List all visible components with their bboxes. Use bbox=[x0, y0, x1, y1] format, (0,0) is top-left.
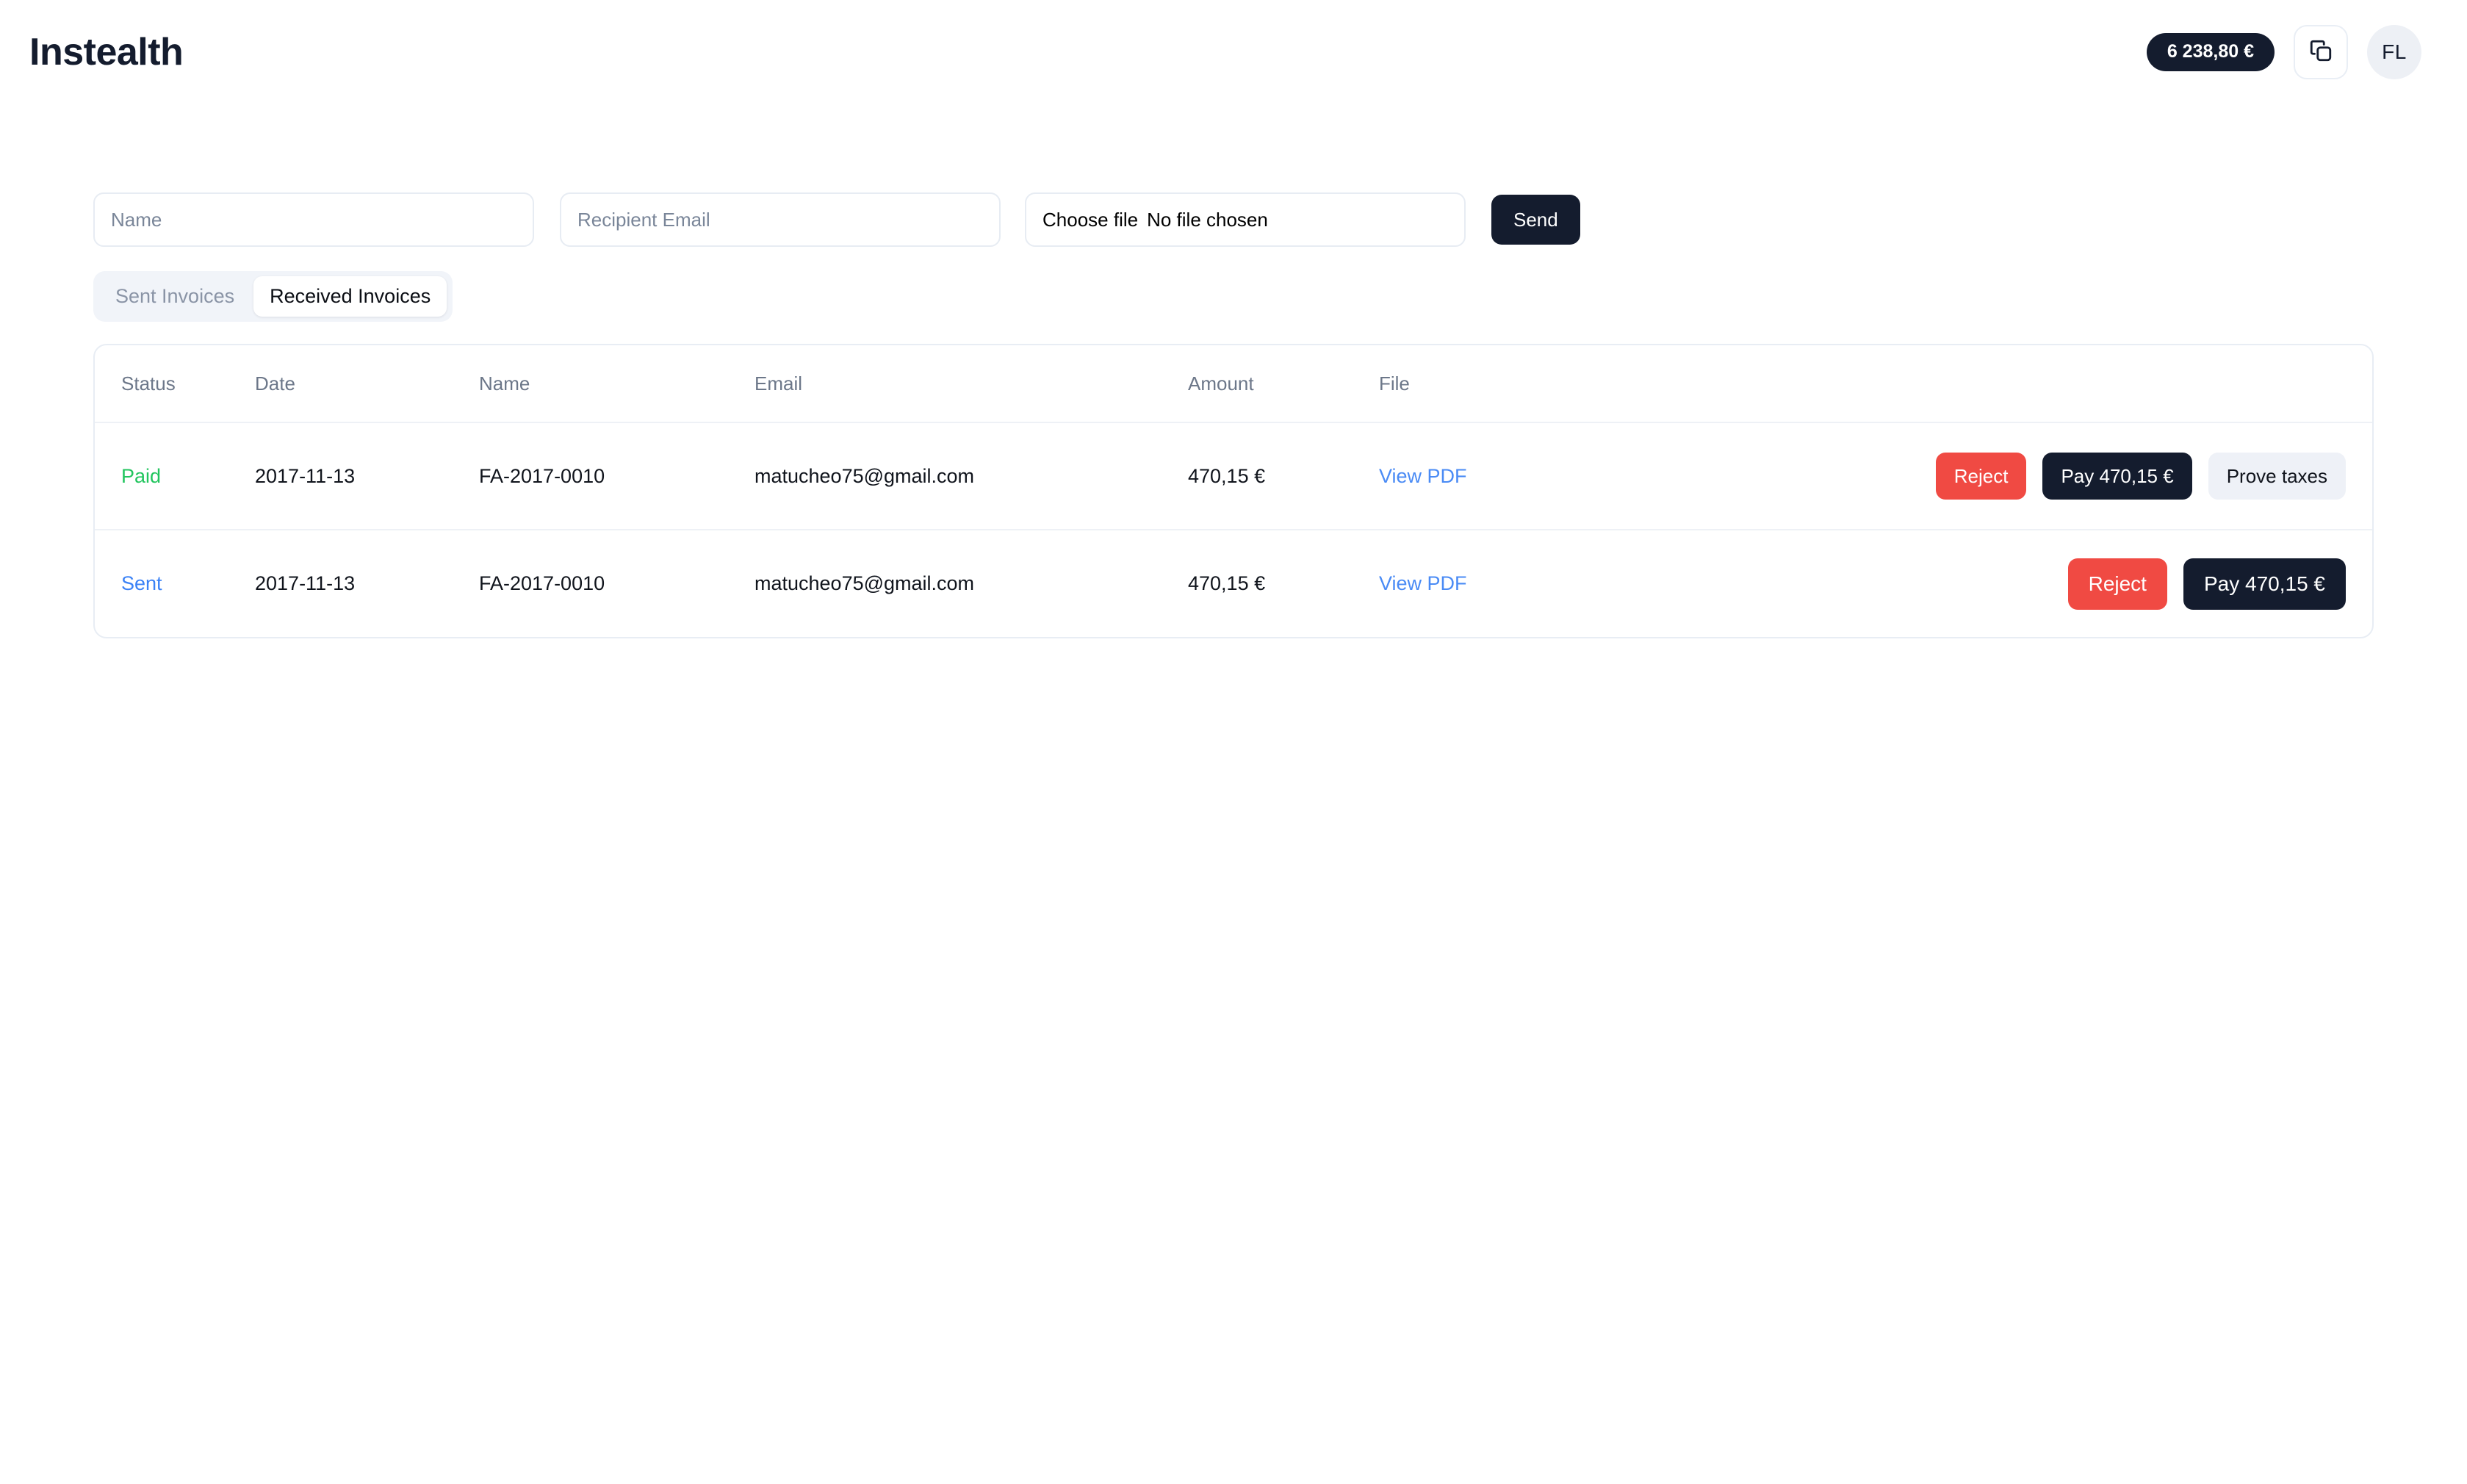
column-header-file: File bbox=[1379, 345, 1710, 423]
recipient-email-input-placeholder: Recipient Email bbox=[577, 208, 710, 231]
column-header-actions bbox=[1710, 345, 2372, 423]
avatar[interactable]: FL bbox=[2367, 25, 2421, 79]
cell-actions: Reject Pay 470,15 € Prove taxes bbox=[1710, 422, 2372, 530]
tab-sent-invoices[interactable]: Sent Invoices bbox=[99, 276, 251, 317]
top-bar: Instealth 6 238,80 € FL bbox=[0, 0, 2467, 104]
status-badge: Sent bbox=[121, 572, 162, 594]
table-row: Sent 2017-11-13 FA-2017-0010 matucheo75@… bbox=[95, 530, 2372, 637]
send-button[interactable]: Send bbox=[1491, 195, 1580, 245]
row-actions: Reject Pay 470,15 € Prove taxes bbox=[1710, 453, 2372, 500]
choose-file-button[interactable]: Choose file bbox=[1042, 209, 1138, 231]
reject-button[interactable]: Reject bbox=[1935, 453, 2027, 500]
file-input[interactable]: Choose file No file chosen bbox=[1025, 192, 1466, 247]
prove-taxes-button[interactable]: Prove taxes bbox=[2208, 453, 2346, 500]
cell-status: Sent bbox=[95, 530, 255, 637]
balance-badge: 6 238,80 € bbox=[2146, 33, 2275, 71]
cell-date: 2017-11-13 bbox=[255, 422, 479, 530]
cell-status: Paid bbox=[95, 422, 255, 530]
view-pdf-link[interactable]: View PDF bbox=[1379, 465, 1467, 487]
column-header-date: Date bbox=[255, 345, 479, 423]
column-header-email: Email bbox=[754, 345, 1188, 423]
column-header-status: Status bbox=[95, 345, 255, 423]
reject-button[interactable]: Reject bbox=[2067, 558, 2167, 610]
copy-icon bbox=[2308, 38, 2333, 67]
cell-file: View PDF bbox=[1379, 530, 1710, 637]
file-status-label: No file chosen bbox=[1147, 208, 1268, 231]
cell-date: 2017-11-13 bbox=[255, 572, 356, 594]
cell-email: matucheo75@gmail.com bbox=[754, 572, 975, 594]
table-header-row: Status Date Name Email Amount File bbox=[95, 345, 2372, 423]
column-header-amount: Amount bbox=[1188, 345, 1379, 423]
row-actions: Reject Pay 470,15 € bbox=[1710, 558, 2372, 610]
cell-amount: 470,15 € bbox=[1188, 572, 1266, 594]
copy-button[interactable] bbox=[2294, 25, 2348, 79]
cell-email: matucheo75@gmail.com bbox=[754, 422, 1188, 530]
name-input[interactable]: Name bbox=[93, 192, 534, 247]
view-pdf-link[interactable]: View PDF bbox=[1379, 572, 1467, 594]
cell-amount: 470,15 € bbox=[1188, 422, 1379, 530]
send-invoice-form: Name Recipient Email Choose file No file… bbox=[93, 192, 2374, 247]
pay-button[interactable]: Pay 470,15 € bbox=[2183, 558, 2346, 610]
main-content: Name Recipient Email Choose file No file… bbox=[93, 192, 2374, 638]
invoice-tabs: Sent Invoices Received Invoices bbox=[93, 271, 453, 322]
table-row: Paid 2017-11-13 FA-2017-0010 matucheo75@… bbox=[95, 422, 2372, 530]
name-input-placeholder: Name bbox=[111, 208, 162, 231]
column-header-name: Name bbox=[479, 345, 754, 423]
app-brand-logo: Instealth bbox=[29, 31, 184, 73]
invoices-table: Status Date Name Email Amount File Paid … bbox=[93, 344, 2374, 638]
cell-name: FA-2017-0010 bbox=[479, 422, 754, 530]
cell-name: FA-2017-0010 bbox=[479, 572, 605, 594]
top-bar-actions: 6 238,80 € FL bbox=[2146, 25, 2421, 79]
status-badge: Paid bbox=[121, 464, 162, 487]
recipient-email-input[interactable]: Recipient Email bbox=[560, 192, 1001, 247]
cell-file: View PDF bbox=[1379, 422, 1710, 530]
cell-actions: Reject Pay 470,15 € bbox=[1710, 530, 2372, 637]
tab-received-invoices[interactable]: Received Invoices bbox=[253, 276, 447, 317]
pay-button[interactable]: Pay 470,15 € bbox=[2042, 453, 2192, 500]
